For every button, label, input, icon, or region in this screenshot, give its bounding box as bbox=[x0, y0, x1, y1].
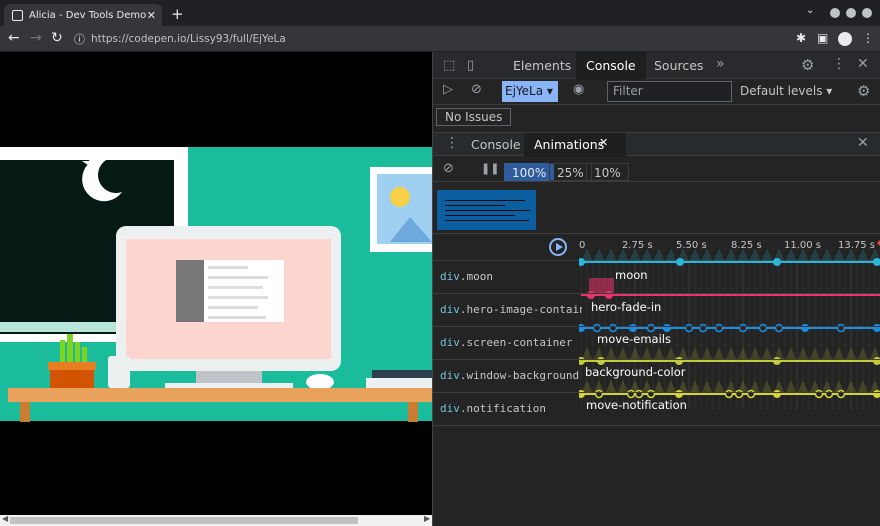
pause-all-icon[interactable]: ❚❚ bbox=[481, 162, 499, 175]
sidebar-icon[interactable]: ▣ bbox=[817, 31, 828, 45]
scrollbar-thumb[interactable] bbox=[10, 517, 358, 524]
close-drawer-icon[interactable]: ✕ bbox=[857, 135, 869, 151]
chevron-down-icon[interactable]: ⌄ bbox=[806, 5, 814, 16]
clear-animations-icon[interactable]: ⊘ bbox=[443, 161, 454, 176]
browser-tab[interactable]: Alicia - Dev Tools Demo Anim ✕ bbox=[4, 4, 162, 26]
tab-title: Alicia - Dev Tools Demo Anim bbox=[29, 9, 147, 21]
tab-elements[interactable]: Elements bbox=[503, 52, 581, 79]
animation-row-window[interactable]: div.window-background background-color bbox=[433, 360, 880, 393]
speed-100[interactable]: 100% bbox=[504, 163, 555, 181]
address-bar[interactable]: ⓘ https://codepen.io/Lissy93/full/EjYeLa bbox=[74, 29, 774, 49]
log-levels-label: Default levels bbox=[740, 84, 823, 98]
back-icon[interactable]: ← bbox=[8, 30, 20, 46]
drawer-tab-animations[interactable]: Animations bbox=[524, 133, 627, 157]
scroll-left-icon[interactable]: ◀ bbox=[2, 514, 8, 523]
devtools-toolbar: ⬚ ▯ Elements Console Sources » ⚙ ⋮ ✕ bbox=[433, 52, 880, 79]
clear-console-icon[interactable]: ⊘ bbox=[471, 82, 482, 97]
browser-toolbar: ← → ↻ ⓘ https://codepen.io/Lissy93/full/… bbox=[0, 26, 880, 52]
animation-name: move-notification bbox=[586, 398, 687, 412]
animation-name: moon bbox=[615, 268, 648, 282]
device-toolbar-icon[interactable]: ▯ bbox=[467, 58, 474, 73]
issues-button[interactable]: No Issues bbox=[436, 108, 512, 126]
menu-icon[interactable]: ⋮ bbox=[862, 31, 874, 45]
log-levels-dropdown[interactable]: Default levels ▾ bbox=[740, 84, 832, 98]
console-settings-icon[interactable]: ⚙ bbox=[857, 82, 870, 100]
row-selector: div.window-background bbox=[440, 369, 580, 382]
row-selector: div.hero-image-contain bbox=[440, 303, 582, 316]
inspect-element-icon[interactable]: ⬚ bbox=[443, 58, 455, 73]
reload-icon[interactable]: ↻ bbox=[51, 30, 63, 46]
close-tab-icon[interactable]: ✕ bbox=[147, 9, 156, 22]
animation-previews bbox=[433, 182, 880, 234]
extensions-icon[interactable]: ✱ bbox=[796, 31, 806, 45]
context-label: EjYeLa bbox=[505, 84, 544, 98]
row-selector: div.moon bbox=[440, 270, 493, 283]
drawer-tab-console[interactable]: Console bbox=[461, 133, 531, 157]
console-toolbar: ▷ ⊘ EjYeLa ▾ ◉ Filter Default levels ▾ ⚙ bbox=[433, 79, 880, 105]
animation-name: background-color bbox=[585, 365, 686, 379]
close-window-button[interactable] bbox=[862, 8, 872, 18]
eye-icon[interactable]: ◉ bbox=[573, 82, 584, 97]
close-animations-tab-icon[interactable]: ✕ bbox=[599, 136, 608, 149]
context-selector[interactable]: EjYeLa ▾ bbox=[502, 81, 558, 102]
new-tab-button[interactable]: + bbox=[171, 5, 184, 23]
avatar[interactable] bbox=[838, 32, 852, 46]
close-icon[interactable]: ✕ bbox=[857, 56, 869, 72]
more-options-icon[interactable]: ⋮ bbox=[832, 56, 846, 72]
animation-name: hero-fade-in bbox=[591, 300, 662, 314]
animation-row-screen[interactable]: div.screen-container move-emails bbox=[433, 327, 880, 360]
forward-icon[interactable]: → bbox=[30, 30, 42, 46]
tab-console[interactable]: Console bbox=[576, 52, 646, 79]
animation-row-moon[interactable]: div.moon moon bbox=[433, 261, 880, 294]
animation-group-preview[interactable] bbox=[437, 190, 536, 230]
row-selector: div.notification bbox=[440, 402, 546, 415]
drawer-tab-animations-label: Animations bbox=[534, 137, 605, 152]
gear-icon[interactable]: ⚙ bbox=[801, 56, 814, 74]
codepen-icon bbox=[12, 9, 23, 21]
filter-input[interactable]: Filter bbox=[607, 81, 732, 102]
scroll-right-icon[interactable]: ▶ bbox=[424, 514, 430, 523]
tab-sources[interactable]: Sources bbox=[644, 52, 713, 79]
drawer-tabs: ⋮ Console Animations ✕ ✕ bbox=[433, 132, 880, 157]
more-tabs-icon[interactable]: » bbox=[716, 56, 725, 72]
animation-name: move-emails bbox=[597, 332, 671, 346]
drawer-menu-icon[interactable]: ⋮ bbox=[445, 135, 459, 151]
site-info-icon[interactable]: ⓘ bbox=[74, 31, 85, 47]
hero-illustration bbox=[0, 147, 432, 422]
devtools-panel: ⬚ ▯ Elements Console Sources » ⚙ ⋮ ✕ ▷ ⊘… bbox=[432, 52, 880, 526]
replay-icon[interactable] bbox=[549, 238, 567, 256]
animation-timeline: 0 2.75 s 5.50 s 8.25 s 11.00 s 13.75 s d… bbox=[433, 234, 880, 474]
tab-strip: Alicia - Dev Tools Demo Anim ✕ + ⌄ bbox=[0, 0, 880, 26]
row-selector: div.screen-container bbox=[440, 336, 573, 349]
maximize-button[interactable] bbox=[846, 8, 856, 18]
minimize-button[interactable] bbox=[830, 8, 840, 18]
sidebar-toggle-icon[interactable]: ▷ bbox=[443, 82, 453, 97]
speed-10[interactable]: 10% bbox=[586, 163, 629, 181]
url-text: https://codepen.io/Lissy93/full/EjYeLa bbox=[91, 33, 286, 45]
horizontal-scrollbar[interactable]: ◀ ▶ bbox=[0, 514, 432, 526]
animation-row-hero[interactable]: div.hero-image-contain hero-fade-in bbox=[433, 294, 880, 327]
page-viewport bbox=[0, 52, 432, 526]
animation-row-notification[interactable]: div.notification move-notification bbox=[433, 393, 880, 426]
animations-toolbar: ⊘ ❚❚ 100% 25% 10% bbox=[433, 156, 880, 182]
